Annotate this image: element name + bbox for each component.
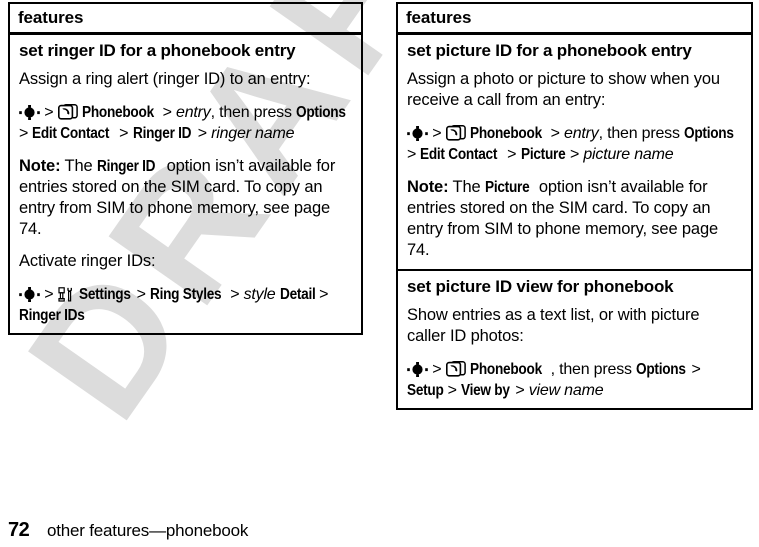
menu-item-setup[interactable]: Setup [407, 380, 444, 401]
path-sep: > [432, 361, 442, 378]
note-picture: Note: The Picture option isn’t available… [398, 172, 751, 269]
section-title: set ringer ID for a phonebook entry [19, 41, 296, 60]
path-sep: > [19, 125, 29, 142]
menu-item-options[interactable]: Options [636, 359, 686, 380]
path-sep: > [507, 146, 517, 163]
menu-path-ringer-id: > Phonebook > entry, then press Options> … [10, 96, 361, 151]
path-variable-ringer-name: ringer name [211, 125, 295, 142]
path-text: , then press [598, 125, 680, 142]
paragraph-activate: Activate ringer IDs: [19, 252, 156, 270]
menu-path-view-by: > Phonebook, then press Options > Setup > … [398, 353, 751, 408]
section-set-picture-id: set picture ID for a phonebook entry Ass… [398, 35, 751, 269]
path-sep: > [550, 125, 560, 142]
phonebook-icon [445, 361, 466, 377]
menu-item-edit-contact[interactable]: Edit Contact [420, 144, 497, 165]
paragraph-intro: Show entries as a text list, or with pic… [407, 306, 700, 345]
path-sep: > [515, 382, 525, 399]
paragraph-intro: Assign a photo or picture to show when y… [407, 70, 720, 109]
navigation-key-icon [19, 287, 40, 302]
menu-item-phonebook[interactable]: Phonebook [470, 123, 542, 144]
path-sep: > [162, 104, 172, 121]
path-variable-style: style [243, 286, 276, 303]
note-text-before: The [448, 178, 485, 196]
menu-path-ringer-ids: > Settings > Ring Styles > style Detail > R… [10, 278, 361, 333]
menu-item-phonebook[interactable]: Phonebook [470, 359, 542, 380]
path-sep: > [119, 125, 129, 142]
features-table-right: features set picture ID for a phonebook … [396, 2, 753, 410]
navigation-key-icon [19, 105, 40, 120]
phonebook-icon [57, 104, 78, 120]
features-table-left: features set ringer ID for a phonebook e… [8, 2, 363, 335]
section-title: set picture ID view for phonebook [407, 277, 674, 296]
path-sep: > [432, 125, 442, 142]
note-emphasis-ringer-id: Ringer ID [96, 158, 156, 175]
running-head: other features—phonebook [47, 521, 249, 540]
menu-item-view-by[interactable]: View by [461, 380, 510, 401]
navigation-key-icon [407, 126, 428, 141]
path-text: , then press [210, 104, 292, 121]
table-header-left: features [10, 4, 361, 35]
page-number: 72 [8, 519, 30, 541]
path-sep: > [136, 286, 146, 303]
path-variable-entry: entry [564, 125, 599, 142]
phonebook-icon [445, 125, 466, 141]
menu-item-options[interactable]: Options [684, 123, 734, 144]
section-title: set picture ID for a phonebook entry [407, 41, 692, 60]
note-emphasis-picture: Picture [484, 179, 530, 196]
path-text: , then press [550, 361, 632, 378]
path-sep: > [691, 361, 701, 378]
table-header-right: features [398, 4, 751, 35]
menu-item-ringer-id[interactable]: Ringer ID [133, 123, 192, 144]
menu-item-edit-contact[interactable]: Edit Contact [32, 123, 109, 144]
menu-path-picture: > Phonebook > entry, then press Options> … [398, 117, 751, 172]
path-variable-picture-name: picture name [583, 146, 674, 163]
path-sep: > [569, 146, 580, 163]
menu-item-detail[interactable]: Detail [280, 284, 316, 305]
path-sep: > [44, 104, 54, 121]
menu-item-ring-styles[interactable]: Ring Styles [150, 284, 222, 305]
path-sep: > [447, 382, 457, 399]
path-sep: > [44, 286, 54, 303]
note-ringer-id: Note: The Ringer ID option isn’t availab… [10, 151, 361, 246]
paragraph-intro: Assign a ring alert (ringer ID) to an en… [19, 70, 311, 88]
path-sep: > [319, 286, 329, 303]
section-set-ringer-id: set ringer ID for a phonebook entry Assi… [10, 35, 361, 333]
note-text-before: The [60, 157, 97, 175]
page-footer: 72 other features—phonebook [0, 519, 759, 547]
section-set-picture-id-view: set picture ID view for phonebook Show e… [398, 269, 751, 408]
path-sep: > [230, 286, 240, 303]
navigation-key-icon [407, 362, 428, 377]
path-variable-entry: entry [176, 104, 211, 121]
path-variable-view-name: view name [528, 382, 604, 399]
menu-item-ringer-ids[interactable]: Ringer IDs [19, 305, 85, 326]
manual-page: features set ringer ID for a phonebook e… [0, 0, 759, 547]
path-sep: > [407, 146, 417, 163]
note-label: Note: [19, 157, 61, 175]
menu-item-picture[interactable]: Picture [521, 144, 566, 165]
note-label: Note: [407, 178, 449, 196]
settings-tools-icon [58, 287, 75, 302]
path-sep: > [197, 125, 207, 142]
menu-item-phonebook[interactable]: Phonebook [82, 102, 154, 123]
menu-item-options[interactable]: Options [296, 102, 346, 123]
menu-item-settings[interactable]: Settings [79, 284, 131, 305]
